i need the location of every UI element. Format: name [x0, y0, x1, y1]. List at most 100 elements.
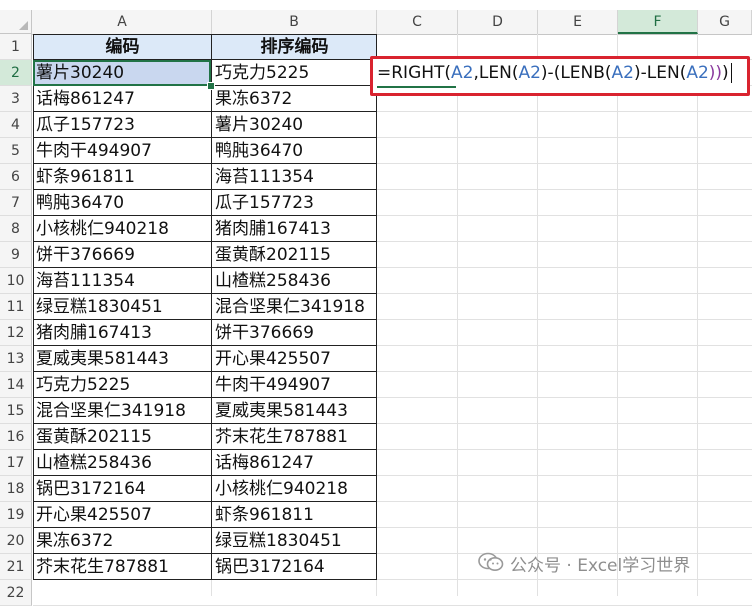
row-header-18[interactable]: 18 — [0, 476, 32, 502]
formula-token: A2 — [451, 63, 474, 83]
column-header-e[interactable]: E — [538, 10, 618, 34]
cell-b10[interactable]: 山楂糕258436 — [212, 268, 377, 294]
cell-b15[interactable]: 夏威夷果581443 — [212, 398, 377, 424]
cell-b13[interactable]: 开心果425507 — [212, 346, 377, 372]
wechat-icon — [478, 552, 504, 580]
cell-a16[interactable]: 蛋黄酥202115 — [33, 424, 212, 450]
row-header-7[interactable]: 7 — [0, 190, 32, 216]
cell-b16[interactable]: 芥末花生787881 — [212, 424, 377, 450]
row-header-9[interactable]: 9 — [0, 242, 32, 268]
row-header-10[interactable]: 10 — [0, 268, 32, 294]
formula-token: )-LEN( — [634, 63, 687, 83]
select-all-corner[interactable] — [0, 10, 32, 34]
column-header-c[interactable]: C — [377, 10, 458, 34]
table-border-h — [33, 449, 377, 450]
table-border-h — [33, 371, 377, 372]
row-header-1[interactable]: 1 — [0, 34, 32, 60]
watermark-text: 公众号 · Excel学习世界 — [510, 556, 691, 576]
cell-a19[interactable]: 开心果425507 — [33, 502, 212, 528]
cell-a21[interactable]: 芥末花生787881 — [33, 554, 212, 580]
cell-a8[interactable]: 小核桃仁940218 — [33, 216, 212, 242]
cell-a11[interactable]: 绿豆糕1830451 — [33, 294, 212, 320]
table-border-h — [33, 241, 377, 242]
row-header-17[interactable]: 17 — [0, 450, 32, 476]
cell-b18[interactable]: 小核桃仁940218 — [212, 476, 377, 502]
row-header-4[interactable]: 4 — [0, 112, 32, 138]
row-header-5[interactable]: 5 — [0, 138, 32, 164]
formula-token: )) — [708, 63, 723, 83]
header-cell-b1[interactable]: 排序编码 — [212, 34, 377, 60]
grid-vline — [537, 34, 538, 596]
row-header-14[interactable]: 14 — [0, 372, 32, 398]
cell-b14[interactable]: 牛肉干494907 — [212, 372, 377, 398]
cell-b12[interactable]: 饼干376669 — [212, 320, 377, 346]
table-border-h — [33, 319, 377, 320]
row-header-12[interactable]: 12 — [0, 320, 32, 346]
row-header-3[interactable]: 3 — [0, 86, 32, 112]
column-header-g[interactable]: G — [698, 10, 752, 34]
row-header-6[interactable]: 6 — [0, 164, 32, 190]
cell-b5[interactable]: 鸭肫36470 — [212, 138, 377, 164]
header-cell-a1[interactable]: 编码 — [33, 34, 212, 60]
cell-a18[interactable]: 锅巴3172164 — [33, 476, 212, 502]
cell-b2[interactable]: 巧克力5225 — [212, 60, 377, 86]
row-header-20[interactable]: 20 — [0, 528, 32, 554]
table-border-v — [376, 34, 377, 580]
cell-a9[interactable]: 饼干376669 — [33, 242, 212, 268]
table-border-h — [33, 267, 377, 268]
cell-a12[interactable]: 猪肉脯167413 — [33, 320, 212, 346]
cell-b3[interactable]: 果冻6372 — [212, 86, 377, 112]
cell-a4[interactable]: 瓜子157723 — [33, 112, 212, 138]
cell-b7[interactable]: 瓜子157723 — [212, 190, 377, 216]
cell-a15[interactable]: 混合坚果仁341918 — [33, 398, 212, 424]
cell-b6[interactable]: 海苔111354 — [212, 164, 377, 190]
cell-b17[interactable]: 话梅861247 — [212, 450, 377, 476]
formula-in-cell-c2[interactable]: =RIGHT(A2,LEN(A2)-(LENB(A2)-LEN(A2))) — [377, 60, 732, 86]
cell-b21[interactable]: 锅巴3172164 — [212, 554, 377, 580]
column-header-f[interactable]: F — [618, 10, 698, 34]
formula-token: =RIGHT( — [377, 63, 452, 83]
cell-a6[interactable]: 虾条961811 — [33, 164, 212, 190]
formula-token: ) — [722, 63, 729, 83]
row-header-16[interactable]: 16 — [0, 424, 32, 450]
row-header-2[interactable]: 2 — [0, 60, 32, 86]
cell-b20[interactable]: 绿豆糕1830451 — [212, 528, 377, 554]
formula-token: A2 — [611, 63, 634, 83]
column-header-d[interactable]: D — [458, 10, 538, 34]
select-all-triangle-icon — [19, 21, 28, 30]
table-border-h — [33, 501, 377, 502]
cell-a13[interactable]: 夏威夷果581443 — [33, 346, 212, 372]
watermark: 公众号 · Excel学习世界 — [478, 552, 690, 578]
cell-a10[interactable]: 海苔111354 — [33, 268, 212, 294]
cell-b9[interactable]: 蛋黄酥202115 — [212, 242, 377, 268]
column-header-a[interactable]: A — [33, 10, 212, 34]
cell-b11[interactable]: 混合坚果仁341918 — [212, 294, 377, 320]
formula-token: A2 — [686, 63, 709, 83]
row-header-11[interactable]: 11 — [0, 294, 32, 320]
formula-token: A2 — [518, 63, 541, 83]
cell-a14[interactable]: 巧克力5225 — [33, 372, 212, 398]
cell-b8[interactable]: 猪肉脯167413 — [212, 216, 377, 242]
row-header-15[interactable]: 15 — [0, 398, 32, 424]
table-border-h — [33, 137, 377, 138]
row-header-13[interactable]: 13 — [0, 346, 32, 372]
formula-token: )-(LENB( — [540, 63, 612, 83]
table-border-h — [33, 527, 377, 528]
row-header-22[interactable]: 22 — [0, 580, 32, 606]
table-border-h — [33, 163, 377, 164]
table-border-h — [33, 111, 377, 112]
cell-b4[interactable]: 薯片30240 — [212, 112, 377, 138]
cell-a17[interactable]: 山楂糕258436 — [33, 450, 212, 476]
cell-a2[interactable]: 薯片30240 — [33, 60, 211, 86]
row-header-21[interactable]: 21 — [0, 554, 32, 580]
table-border-h — [33, 293, 377, 294]
column-header-b[interactable]: B — [212, 10, 377, 34]
cell-a7[interactable]: 鸭肫36470 — [33, 190, 212, 216]
grid-vline — [457, 34, 458, 596]
cell-a3[interactable]: 话梅861247 — [33, 86, 212, 112]
row-header-8[interactable]: 8 — [0, 216, 32, 242]
cell-a20[interactable]: 果冻6372 — [33, 528, 212, 554]
row-header-19[interactable]: 19 — [0, 502, 32, 528]
cell-a5[interactable]: 牛肉干494907 — [33, 138, 212, 164]
cell-b19[interactable]: 虾条961811 — [212, 502, 377, 528]
